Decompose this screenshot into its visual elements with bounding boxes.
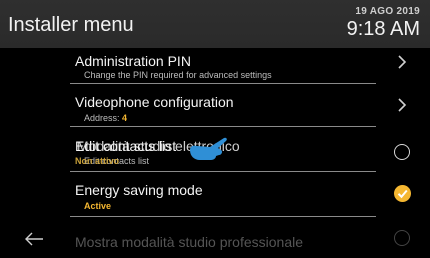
menu-item-energy-saving-mode[interactable]: Energy saving mode Active — [0, 176, 430, 220]
divider — [70, 171, 376, 172]
checkmark-circle-icon[interactable] — [394, 185, 411, 202]
hand-pointer-icon — [190, 137, 227, 160]
menu-item-title: Administration PIN — [75, 53, 191, 69]
chevron-right-icon — [398, 98, 407, 112]
address-label: Address: — [84, 113, 120, 123]
arrow-left-icon[interactable] — [24, 232, 44, 246]
menu-item-subtitle: Change the PIN required for advanced set… — [84, 70, 272, 80]
radio-unchecked-icon[interactable] — [394, 144, 410, 160]
divider — [70, 83, 376, 84]
menu-item-title: Energy saving mode — [75, 182, 203, 198]
menu-item-title: Videophone configuration — [75, 94, 234, 110]
menu-item-administration-pin[interactable]: Administration PIN Change the PIN requir… — [0, 48, 430, 92]
menu-item-status: Active — [84, 201, 112, 211]
menu-item-professional-studio-mode[interactable]: Mostra modalità studio professionale — [75, 234, 303, 250]
date-display: 19 AGO 2019 — [355, 6, 420, 17]
time-display: 9:18 AM — [346, 18, 420, 40]
radio-unchecked-icon[interactable] — [394, 230, 410, 246]
address-value: 4 — [122, 113, 128, 123]
page-title: Installer menu — [8, 14, 134, 36]
checkmark-icon — [397, 189, 408, 199]
chevron-right-icon — [398, 55, 407, 69]
divider — [70, 216, 376, 217]
menu-item-subtitle: Address: 4 — [84, 113, 127, 123]
header-bar: Installer menu 19 AGO 2019 9:18 AM — [0, 0, 430, 48]
divider — [70, 126, 376, 127]
menu-item-status-overlay: Non attivo — [75, 156, 119, 166]
